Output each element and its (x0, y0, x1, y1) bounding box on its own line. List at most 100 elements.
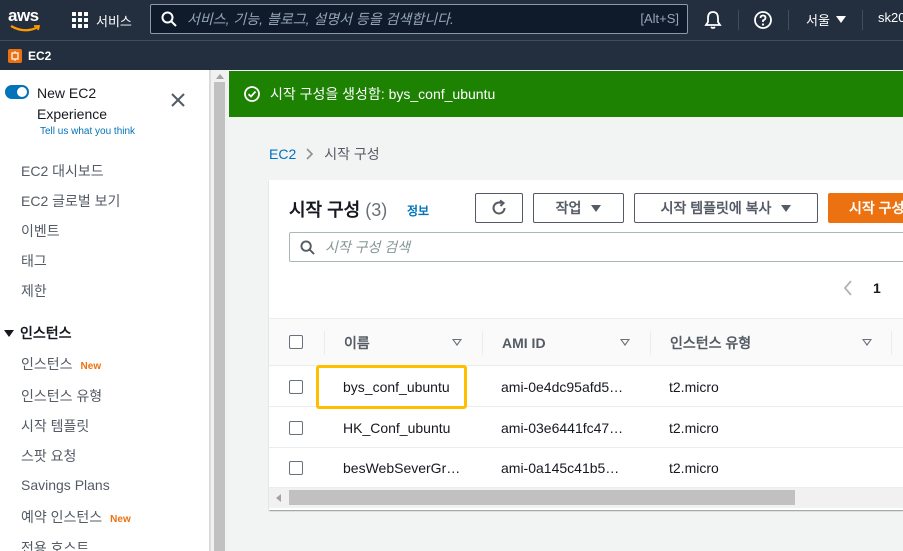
success-check-icon (244, 86, 260, 102)
column-divider (650, 331, 651, 355)
search-icon (161, 11, 177, 27)
new-badge: New (110, 514, 131, 525)
bell-icon[interactable] (703, 10, 723, 30)
chevron-left-icon[interactable] (843, 280, 853, 296)
row-checkbox[interactable] (289, 380, 303, 394)
sort-icon[interactable] (620, 339, 630, 346)
row-checkbox[interactable] (289, 461, 303, 475)
top-navigation-bar: aws 서비스 [Alt+S] 서울 sk20 (0, 0, 903, 40)
select-all-checkbox[interactable] (289, 335, 303, 349)
scroll-left-arrow-icon[interactable] (276, 494, 281, 502)
breadcrumb-ec2-link[interactable]: EC2 (269, 146, 296, 162)
panel-title-text: 시작 구성 (289, 200, 361, 220)
table-horizontal-scrollbar[interactable] (269, 488, 903, 508)
new-experience-toggle[interactable] (5, 85, 29, 99)
help-icon[interactable] (753, 10, 773, 30)
sidebar-item-global-view[interactable]: EC2 글로벌 보기 (21, 191, 120, 211)
row-name[interactable]: besWebSeverGr… (343, 448, 460, 488)
sidebar-item-label: 인스턴스 (21, 356, 73, 372)
services-label: 서비스 (96, 13, 132, 29)
row-ami-id: ami-0a145c41b5… (501, 460, 620, 476)
row-name[interactable]: bys_conf_ubuntu (343, 367, 450, 407)
region-selector[interactable]: 서울 (806, 10, 846, 29)
actions-dropdown-button[interactable]: 작업 (533, 193, 624, 223)
info-link[interactable]: 정보 (407, 202, 429, 219)
global-search-box[interactable]: [Alt+S] (150, 4, 688, 34)
sidebar-item-tags[interactable]: 태그 (21, 251, 47, 271)
region-label: 서울 (806, 13, 830, 28)
grid-icon (72, 12, 88, 28)
table-row[interactable]: HK_Conf_ubuntu ami-03e6441fc47… t2.micro (269, 408, 903, 448)
close-icon[interactable] (170, 92, 186, 108)
breadcrumb: EC2 시작 구성 (269, 144, 380, 164)
column-header-ami-id[interactable]: AMI ID (502, 319, 546, 367)
caret-down-icon (781, 204, 792, 212)
sidebar-item-dashboard[interactable]: EC2 대시보드 (21, 161, 104, 181)
table-row[interactable]: bys_conf_ubuntu ami-0e4dc95afd5… t2.micr… (269, 367, 903, 407)
sidebar-item-events[interactable]: 이벤트 (21, 221, 60, 241)
new-badge: New (80, 361, 102, 372)
chevron-right-icon (306, 148, 314, 160)
global-search-input[interactable] (187, 11, 607, 27)
sidebar-scrollbar[interactable] (210, 70, 228, 551)
caret-down-icon (591, 204, 602, 212)
success-flash-banner: 시작 구성을 생성함: bys_conf_ubuntu (229, 71, 903, 117)
pagination: 1 (843, 280, 881, 296)
sidebar-section-label: 인스턴스 (20, 325, 72, 341)
sidebar-item-spot-requests[interactable]: 스팟 요청 (21, 446, 76, 466)
flash-message: 시작 구성을 생성함: bys_conf_ubuntu (270, 86, 496, 102)
row-instance-type: t2.micro (669, 460, 719, 476)
ec2-service-icon (8, 48, 22, 63)
search-shortcut-hint: [Alt+S] (640, 11, 679, 26)
create-label: 시작 구성 (849, 200, 903, 216)
current-page[interactable]: 1 (873, 280, 881, 296)
sidebar: New EC2 Experience Tell us what you thin… (0, 70, 210, 551)
sidebar-scroll-thumb[interactable] (214, 82, 225, 551)
table-row[interactable]: besWebSeverGr… ami-0a145c41b5… t2.micro (269, 448, 903, 488)
refresh-button[interactable] (475, 193, 523, 223)
refresh-icon (492, 199, 506, 215)
column-divider (482, 331, 483, 355)
column-header-name[interactable]: 이름 (344, 319, 370, 367)
row-name[interactable]: HK_Conf_ubuntu (343, 408, 450, 448)
caret-down-icon (835, 16, 846, 23)
aws-logo-text: aws (8, 6, 39, 25)
column-header-instance-type[interactable]: 인스턴스 유형 (670, 319, 751, 367)
sidebar-item-instances[interactable]: 인스턴스 New (21, 354, 101, 374)
item-count: (3) (365, 200, 388, 220)
row-ami-id: ami-0e4dc95afd5… (501, 379, 624, 395)
column-divider (324, 331, 325, 355)
sidebar-item-dedicated-hosts[interactable]: 전용 호스트 (21, 538, 89, 551)
panel-title: 시작 구성 (3) (289, 196, 387, 222)
sidebar-item-instance-types[interactable]: 인스턴스 유형 (21, 386, 102, 406)
search-icon (300, 239, 315, 255)
table-header: 이름 AMI ID 인스턴스 유형 (269, 318, 903, 366)
caret-down-icon (4, 329, 14, 337)
account-menu[interactable]: sk20 (878, 10, 903, 25)
create-launch-configuration-button[interactable]: 시작 구성 (828, 193, 903, 223)
table-scroll-thumb[interactable] (289, 490, 795, 505)
feedback-link[interactable]: Tell us what you think (40, 126, 135, 137)
filter-box[interactable] (289, 232, 903, 262)
new-experience-title: New EC2 Experience (37, 85, 108, 122)
launch-configurations-panel: 시작 구성 (3) 정보 작업 시작 템플릿에 복사 시작 구성 1 이름 AM… (269, 180, 903, 510)
actions-label: 작업 (555, 200, 582, 216)
sort-icon[interactable] (862, 339, 872, 346)
sidebar-section-instances[interactable]: 인스턴스 (4, 323, 72, 343)
aws-logo[interactable]: aws (8, 6, 42, 34)
copy-to-template-button[interactable]: 시작 템플릿에 복사 (634, 193, 818, 223)
row-ami-id: ami-03e6441fc47… (501, 420, 624, 436)
sidebar-item-launch-templates[interactable]: 시작 템플릿 (21, 416, 89, 436)
topbar-divider (738, 10, 739, 30)
sidebar-item-savings-plans[interactable]: Savings Plans (21, 477, 110, 493)
row-checkbox[interactable] (289, 421, 303, 435)
row-instance-type: t2.micro (669, 420, 719, 436)
ec2-service-link[interactable]: EC2 (28, 49, 51, 63)
filter-input[interactable] (325, 239, 825, 255)
services-menu-button[interactable]: 서비스 (72, 9, 132, 31)
scroll-up-arrow-icon[interactable] (216, 74, 224, 79)
sidebar-item-limits[interactable]: 제한 (21, 281, 47, 301)
sidebar-item-reserved-instances[interactable]: 예약 인스턴스 New (21, 507, 131, 527)
sidebar-item-label: 예약 인스턴스 (21, 509, 103, 525)
sort-icon[interactable] (452, 339, 462, 346)
